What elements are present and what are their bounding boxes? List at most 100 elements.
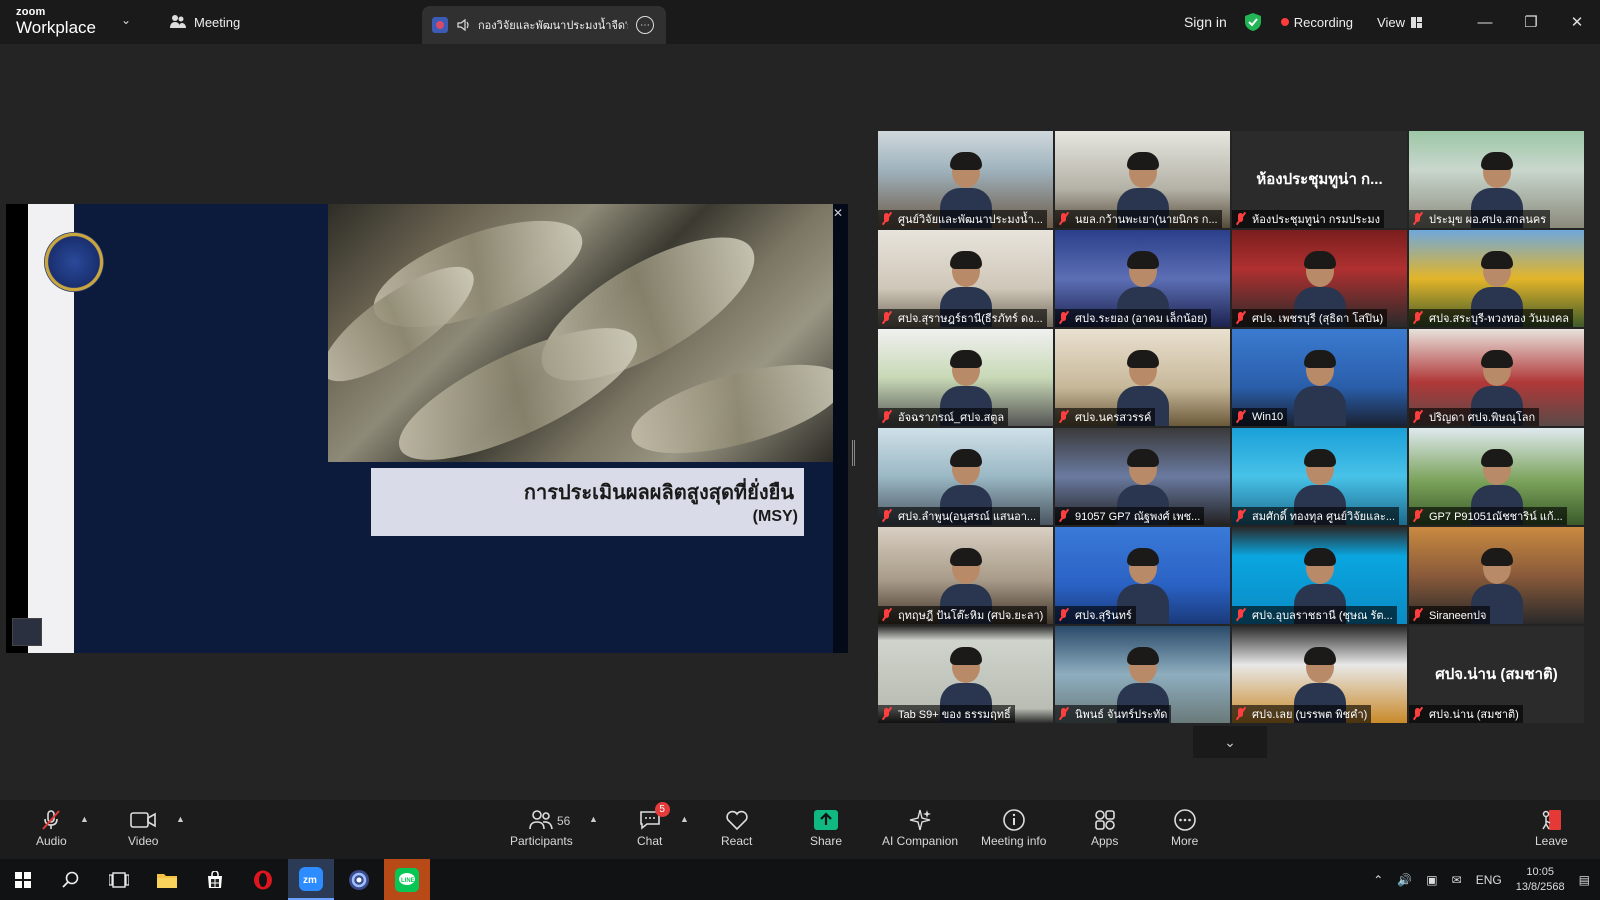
participant-tile[interactable]: 91057 GP7 ณัฐพงศ์ เพช... [1055, 428, 1230, 525]
muted-mic-icon [881, 608, 893, 622]
participant-tile[interactable]: นยล.กว้านพะเยา(นายนิกร ก... [1055, 131, 1230, 228]
video-button[interactable]: Video [128, 806, 158, 848]
participant-tile[interactable]: ศูนย์วิจัยและพัฒนาประมงน้ำ... [878, 131, 1053, 228]
notification-icon[interactable]: ✉ [1452, 873, 1462, 887]
view-button[interactable]: View [1377, 15, 1422, 30]
clock[interactable]: 10:05 13/8/2568 [1516, 865, 1565, 894]
participant-tile[interactable]: ศปจ. เพชรบุรี (สุธิดา โสปิน) [1232, 230, 1407, 327]
participant-name: สมศักดิ์ ทองทุล ศูนย์วิจัยและ... [1252, 511, 1396, 523]
participant-name: ศปจ.ลำพูน(อนุสรณ์ แสนอา... [898, 511, 1037, 523]
video-camera-icon [130, 806, 157, 834]
participant-name-tag: ศปจ.ระยอง (อาคม เล็กน้อย) [1055, 309, 1212, 327]
participant-tile[interactable]: ปริญดา ศปจ.พิษณุโลก [1409, 329, 1584, 426]
line-app-icon[interactable]: LINE [384, 859, 430, 900]
store-icon[interactable] [192, 859, 238, 900]
participant-name-tag: ศปจ.นครสวรรค์ [1055, 408, 1156, 426]
participants-label: Participants [510, 834, 573, 848]
notification-center-icon[interactable]: ▤ [1579, 873, 1590, 887]
more-icon [1173, 806, 1197, 834]
chat-button[interactable]: 5 Chat [637, 802, 670, 848]
participant-tile[interactable]: ศปจ.อุบลราชธานี (ชุษณ รัต... [1232, 527, 1407, 624]
shield-check-icon[interactable] [1244, 13, 1261, 31]
more-button[interactable]: More [1171, 806, 1198, 848]
more-options-icon[interactable]: ⋯ [636, 16, 654, 34]
person-hair [1480, 251, 1513, 269]
heart-icon [725, 806, 749, 834]
windows-start-icon[interactable] [0, 859, 46, 900]
participant-tile[interactable]: Win10 [1232, 329, 1407, 426]
task-view-icon[interactable] [96, 859, 142, 900]
participant-tile[interactable]: ศปจ.เลย (บรรพต พิชคำ) [1232, 626, 1407, 723]
participant-tile[interactable]: อัจฉราภรณ์_ศปจ.สตูล [878, 329, 1053, 426]
recording-indicator[interactable]: Recording [1280, 15, 1353, 30]
settings-app-icon[interactable] [336, 859, 382, 900]
muted-mic-icon [881, 509, 893, 523]
minimize-icon[interactable]: — [1462, 14, 1508, 31]
zoom-app-icon[interactable]: zm [288, 859, 334, 900]
clock-time: 10:05 [1526, 866, 1554, 879]
participant-name-tag: ศปจ.เลย (บรรพต พิชคำ) [1232, 705, 1372, 723]
slide-thumbnail[interactable] [12, 618, 42, 646]
meeting-info-button[interactable]: Meeting info [981, 806, 1046, 848]
participant-video-person [1113, 247, 1173, 327]
view-label: View [1377, 14, 1405, 30]
sign-in-button[interactable]: Sign in [1184, 14, 1227, 30]
language-indicator[interactable]: ENG [1476, 873, 1502, 887]
shared-screen[interactable]: การประเมินผลผลิตสูงสุดที่ยั่งยืน (MSY) ✕ [6, 204, 848, 653]
gallery-next-page-button[interactable]: ⌄ [1193, 726, 1267, 758]
close-icon[interactable]: ✕ [1554, 13, 1600, 31]
participant-tile[interactable]: นิพนธ์ จันทร์ประทัด [1055, 626, 1230, 723]
chat-caret-icon[interactable]: ▲ [680, 814, 689, 824]
zoom-workplace-logo[interactable]: zoom Workplace [16, 7, 96, 37]
participant-tile[interactable]: Tab S9+ ของ ธรรมฤทธิ์ [878, 626, 1053, 723]
participant-tile[interactable]: ศปจ.น่าน (สมชาติ) ศปจ.น่าน (สมชาติ) [1409, 626, 1584, 723]
audio-label: Audio [36, 834, 67, 848]
search-icon[interactable] [48, 859, 94, 900]
leave-button[interactable]: Leave [1535, 806, 1568, 848]
audio-button[interactable]: Audio [36, 806, 67, 848]
opera-browser-icon[interactable] [240, 859, 286, 900]
participant-tile[interactable]: ศปจ.ระยอง (อาคม เล็กน้อย) [1055, 230, 1230, 327]
apps-button[interactable]: Apps [1091, 806, 1118, 848]
muted-mic-icon [1235, 707, 1247, 721]
ai-companion-button[interactable]: AI Companion [882, 806, 958, 848]
muted-mic-icon [1412, 509, 1424, 523]
participant-tile[interactable]: ศปจ.สุราษฎร์ธานี(ธีรภัทร์ ดง... [878, 230, 1053, 327]
muted-mic-icon [1058, 212, 1070, 226]
tray-expand-icon[interactable]: ⌃ [1373, 873, 1383, 887]
muted-mic-icon [1235, 212, 1247, 226]
muted-mic-icon [1235, 509, 1247, 523]
participant-display-name: ศปจ.น่าน (สมชาติ) [1435, 666, 1558, 683]
meeting-menu[interactable]: Meeting [170, 14, 240, 30]
participants-caret-icon[interactable]: ▲ [589, 814, 598, 824]
person-hair [949, 152, 982, 170]
meeting-tab[interactable]: กองวิจัยและพัฒนาประมงน้ำจืด's s ⋯ [422, 6, 666, 44]
file-explorer-icon[interactable] [144, 859, 190, 900]
participant-tile[interactable]: GP7 P91051ณัชชาริน์ แก้... [1409, 428, 1584, 525]
participant-tile[interactable]: ห้องประชุมทูน่า ก... ห้องประชุมทูน่า กรมป… [1232, 131, 1407, 228]
close-icon[interactable]: ✕ [833, 206, 843, 220]
participant-tile[interactable]: ศปจ.สระบุรี-พวงทอง วันมงคล [1409, 230, 1584, 327]
participant-tile[interactable]: ศปจ.นครสวรรค์ [1055, 329, 1230, 426]
share-button[interactable]: Share [810, 806, 842, 848]
meeting-avatar-icon [432, 17, 448, 33]
chevron-down-icon[interactable]: ⌄ [121, 13, 131, 27]
splitter-handle[interactable] [852, 440, 855, 466]
video-options-caret-icon[interactable]: ▲ [176, 814, 185, 824]
participant-tile[interactable]: ประมุข ผอ.ศปจ.สกลนคร [1409, 131, 1584, 228]
participant-name: นยล.กว้านพะเยา(นายนิกร ก... [1075, 214, 1218, 226]
network-icon[interactable]: ▣ [1426, 873, 1437, 887]
participant-tile[interactable]: ศปจ.ลำพูน(อนุสรณ์ แสนอา... [878, 428, 1053, 525]
more-label: More [1171, 834, 1199, 848]
participant-tile[interactable]: ฤทฤษฎี ปันโต๊ะหิม (ศปจ.ยะลา) [878, 527, 1053, 624]
participant-tile[interactable]: สมศักดิ์ ทองทุล ศูนย์วิจัยและ... [1232, 428, 1407, 525]
audio-options-caret-icon[interactable]: ▲ [80, 814, 89, 824]
participant-name-tag: ศปจ.ลำพูน(อนุสรณ์ แสนอา... [878, 507, 1041, 525]
volume-icon[interactable]: 🔊 [1397, 873, 1412, 887]
restore-icon[interactable]: ❐ [1508, 13, 1554, 31]
participant-tile[interactable]: Siraneenปจ [1409, 527, 1584, 624]
participant-tile[interactable]: ศปจ.สุรินทร์ [1055, 527, 1230, 624]
react-button[interactable]: React [721, 806, 752, 848]
title-bar: zoom Workplace ⌄ Meeting กองวิจัยและพัฒน… [0, 0, 1600, 44]
person-hair [949, 449, 982, 467]
